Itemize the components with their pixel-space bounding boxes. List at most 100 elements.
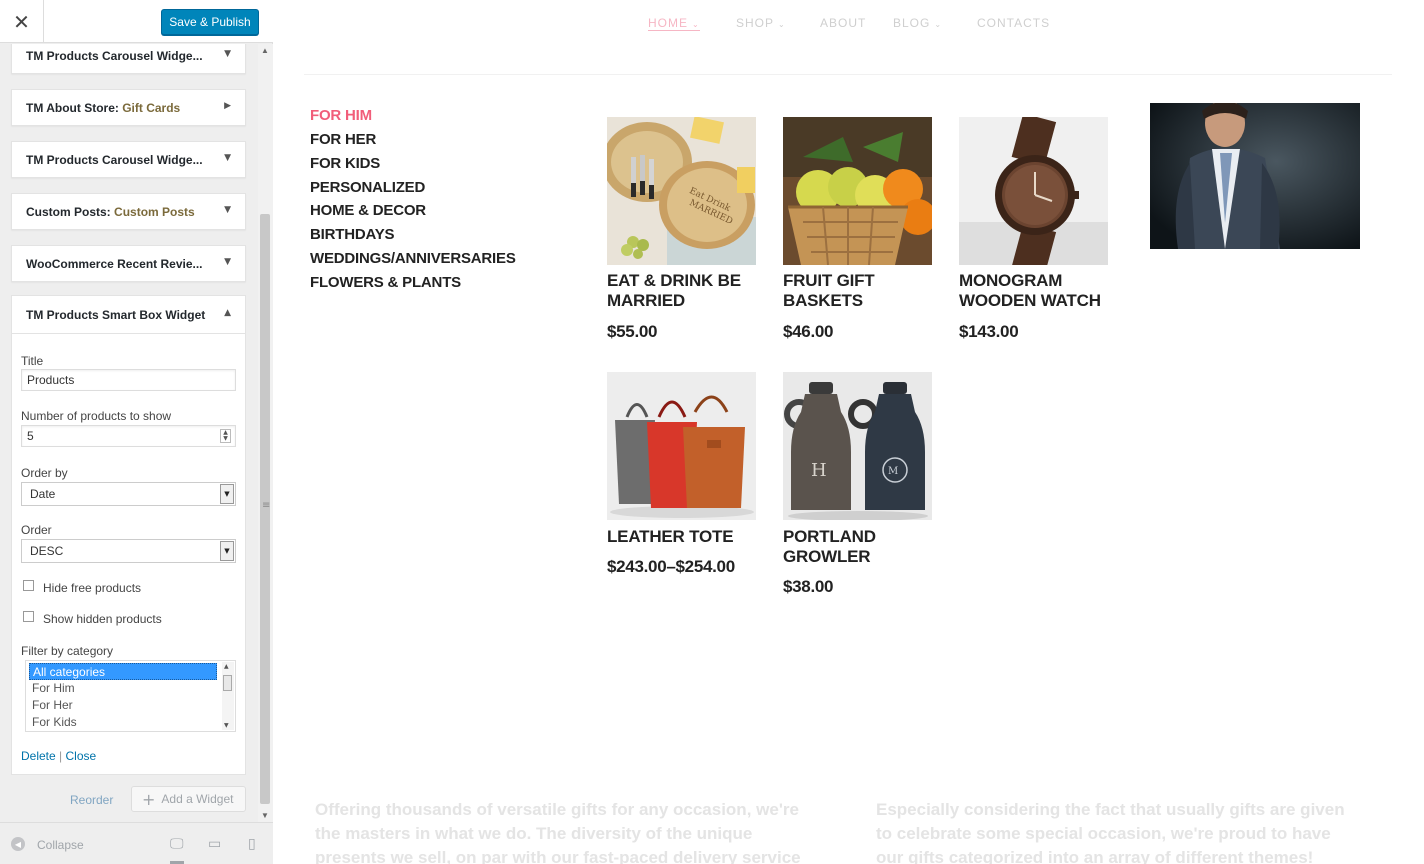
banner-image[interactable]: [1150, 103, 1360, 249]
category-link[interactable]: BIRTHDAYS: [310, 226, 395, 243]
category-link[interactable]: FOR KIDS: [310, 155, 380, 172]
desktop-preview-icon[interactable]: 🖵: [170, 836, 184, 864]
chevron-down-icon: ⌄: [778, 20, 786, 29]
resize-handle-icon[interactable]: ≡: [262, 500, 270, 511]
dropdown-arrow-icon[interactable]: ▼: [220, 484, 234, 504]
site-preview: HOME ⌄ SHOP ⌄ ABOUT BLOG ⌄ CONTACTS FOR HIM…: [274, 0, 1424, 864]
add-widget-button[interactable]: + Add a Widget: [131, 786, 246, 812]
wooden-watch-illustration: [959, 117, 1108, 265]
list-item[interactable]: For Him: [29, 680, 217, 697]
category-link[interactable]: PERSONALIZED: [310, 179, 425, 196]
collapse-arrow-icon[interactable]: ▲: [224, 308, 231, 318]
nav-label: CONTACTS: [977, 16, 1051, 30]
delete-link[interactable]: Delete: [21, 749, 56, 763]
widget-recent-reviews[interactable]: WooCommerce Recent Revie... ▼: [11, 245, 246, 282]
product-title[interactable]: LEATHER TOTE: [607, 527, 767, 547]
list-item[interactable]: For Kids: [29, 714, 217, 731]
dropdown-arrow-icon[interactable]: ▼: [220, 541, 234, 561]
show-hidden-label: Show hidden products: [43, 612, 162, 626]
close-link[interactable]: Close: [65, 749, 96, 763]
svg-text:M: M: [888, 466, 898, 477]
nav-home[interactable]: HOME ⌄: [648, 16, 700, 31]
hide-free-checkbox[interactable]: [23, 580, 34, 591]
customizer-screen: ✕ Save & Publish TM Products Carousel Wi…: [0, 0, 1424, 864]
sidebar-footer: ◀ Collapse 🖵 ▭ ▯: [0, 822, 273, 864]
filter-label: Filter by category: [21, 644, 114, 658]
product-title[interactable]: MONOGRAM WOODEN WATCH: [959, 271, 1119, 311]
cheese-board-illustration: Eat Drink MARRIED: [607, 117, 756, 265]
product-title[interactable]: FRUIT GIFT BASKETS: [783, 271, 932, 311]
hide-free-label: Hide free products: [43, 581, 142, 595]
product-price: $243.00–$254.00: [607, 557, 735, 576]
category-link[interactable]: HOME & DECOR: [310, 202, 426, 219]
collapse-arrow-icon[interactable]: ◀: [11, 837, 25, 851]
expand-arrow-icon[interactable]: ▼: [224, 49, 231, 59]
widget-title: TM Products Carousel Widge...: [26, 153, 203, 167]
scroll-down-icon[interactable]: ▼: [261, 811, 269, 820]
order-select[interactable]: DESC ▼: [21, 539, 236, 563]
scroll-down-icon[interactable]: ▼: [224, 722, 229, 729]
nav-label: ABOUT: [820, 16, 867, 30]
svg-text:H: H: [811, 460, 827, 481]
reorder-link[interactable]: Reorder: [70, 793, 113, 807]
product-price: $38.00: [783, 577, 834, 596]
about-text-right: Especially considering the fact that usu…: [876, 800, 1345, 864]
sidebar-header: ✕ Save & Publish: [0, 0, 273, 43]
close-icon[interactable]: ✕: [0, 0, 44, 43]
product-title[interactable]: PORTLAND GROWLER: [783, 527, 932, 567]
widget-custom-posts[interactable]: Custom Posts: Custom Posts ▼: [11, 193, 246, 230]
nav-contacts[interactable]: CONTACTS: [977, 16, 1050, 30]
widget-title: Custom Posts:: [26, 205, 111, 219]
scroll-up-icon[interactable]: ▲: [224, 663, 229, 670]
list-item[interactable]: For Her: [29, 697, 217, 714]
product-image[interactable]: [783, 117, 932, 265]
scroll-up-icon[interactable]: ▲: [261, 46, 269, 55]
category-link[interactable]: FOR HER: [310, 131, 376, 148]
widget-header[interactable]: TM Products Smart Box Widget ▲: [12, 296, 245, 334]
expand-arrow-icon[interactable]: ▼: [224, 257, 231, 267]
widget-subtitle: Gift Cards: [118, 101, 181, 115]
sidebar-scrollbar[interactable]: ▲ ▼: [258, 44, 273, 822]
collapse-button[interactable]: Collapse: [37, 838, 84, 852]
save-publish-button[interactable]: Save & Publish: [161, 9, 259, 35]
category-link[interactable]: FOR HIM: [310, 107, 372, 124]
nav-label: SHOP: [736, 16, 775, 30]
nav-blog[interactable]: BLOG ⌄: [893, 16, 942, 30]
widget-list: TM Products Carousel Widge... ▼ TM About…: [0, 44, 258, 822]
product-image[interactable]: [607, 372, 756, 520]
widget-title: TM About Store:: [26, 101, 119, 115]
list-item[interactable]: All categories: [29, 663, 217, 680]
title-label: Title: [21, 354, 44, 368]
expand-arrow-icon[interactable]: ▶: [224, 101, 231, 111]
count-stepper[interactable]: 5 ▲ ▼: [21, 425, 236, 447]
product-image[interactable]: H M: [783, 372, 932, 520]
product-image[interactable]: Eat Drink MARRIED: [607, 117, 756, 265]
tablet-preview-icon[interactable]: ▭: [208, 836, 221, 852]
nav-shop[interactable]: SHOP ⌄: [736, 16, 786, 30]
widget-about-store[interactable]: TM About Store: Gift Cards ▶: [11, 89, 246, 126]
nav-label: BLOG: [893, 16, 931, 30]
man-in-suit-photo: [1150, 103, 1360, 249]
listbox-scrollbar[interactable]: ▲ ▼: [222, 662, 234, 730]
category-listbox[interactable]: All categories For Him For Her For Kids …: [25, 660, 236, 732]
fruit-basket-illustration: [783, 117, 932, 265]
expand-arrow-icon[interactable]: ▼: [224, 153, 231, 163]
widget-products-carousel-1[interactable]: TM Products Carousel Widge... ▼: [11, 44, 246, 74]
show-hidden-checkbox[interactable]: [23, 611, 34, 622]
mobile-preview-icon[interactable]: ▯: [248, 836, 256, 852]
widget-title: WooCommerce Recent Revie...: [26, 257, 203, 271]
widget-subtitle: Custom Posts: [110, 205, 195, 219]
product-price: $55.00: [607, 322, 658, 341]
nav-about[interactable]: ABOUT: [820, 16, 866, 30]
product-image[interactable]: [959, 117, 1108, 265]
main-navigation: HOME ⌄ SHOP ⌄ ABOUT BLOG ⌄ CONTACTS: [274, 0, 1424, 44]
category-link[interactable]: FLOWERS & PLANTS: [310, 274, 461, 291]
scroll-thumb[interactable]: [223, 675, 232, 691]
orderby-select[interactable]: Date ▼: [21, 482, 236, 506]
widget-products-carousel-2[interactable]: TM Products Carousel Widge... ▼: [11, 141, 246, 178]
title-input[interactable]: Products: [21, 369, 236, 391]
product-title[interactable]: EAT & DRINK BE MARRIED: [607, 271, 756, 311]
expand-arrow-icon[interactable]: ▼: [224, 205, 231, 215]
category-link[interactable]: WEDDINGS/ANNIVERSARIES: [310, 250, 516, 267]
spinner-arrows-icon[interactable]: ▲ ▼: [220, 429, 231, 443]
